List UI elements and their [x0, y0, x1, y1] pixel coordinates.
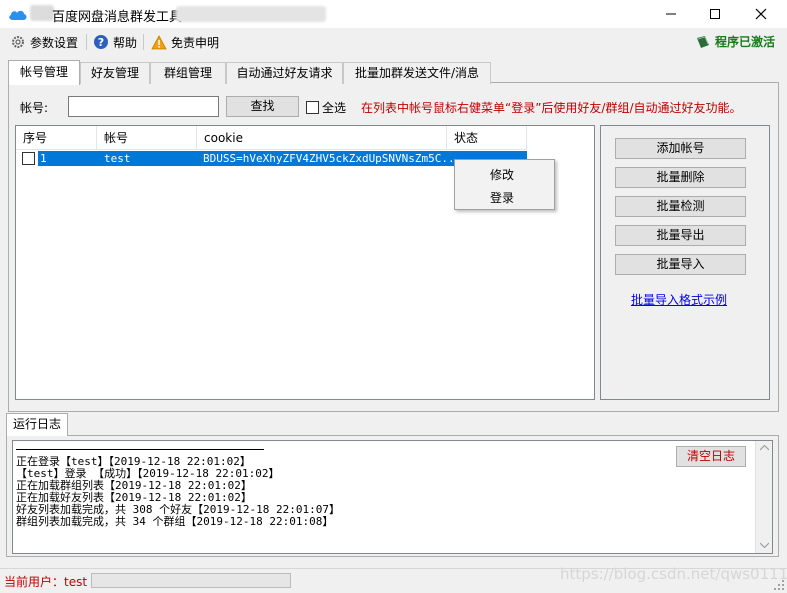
menu-divider: [143, 34, 144, 50]
maximize-button[interactable]: [692, 0, 738, 28]
log-textarea[interactable]: 正在登录【test】【2019-12-18 22:01:02】 【test】登录…: [12, 440, 773, 554]
settings-label: 参数设置: [30, 35, 79, 50]
clear-log-button[interactable]: 清空日志: [676, 446, 746, 467]
cloud-icon: [9, 10, 27, 20]
close-button[interactable]: [738, 0, 784, 28]
account-actions-panel: 添加帐号 批量删除 批量检测 批量导出 批量导入 批量导入格式示例: [600, 125, 770, 400]
row-cookie: BDUSS=hVeXhyZFV4ZHV5ckZxdUpSNVNsZm5C...: [203, 152, 462, 165]
disclaimer-menu[interactable]: 免责申明: [151, 33, 219, 51]
batch-delete-button[interactable]: 批量删除: [615, 167, 746, 188]
log-line: 群组列表加载完成，共 34 个群组【2019-12-18 22:01:08】: [16, 515, 334, 528]
help-icon: ?: [94, 35, 108, 49]
row-account: test: [104, 152, 131, 165]
current-user-value: test: [64, 575, 88, 589]
progress-bar: [91, 573, 291, 588]
watermark: https://blog.csdn.net/qws01115: [560, 565, 787, 583]
add-account-button[interactable]: 添加帐号: [615, 138, 746, 159]
settings-menu[interactable]: 参数设置: [10, 33, 78, 51]
select-all-checkbox[interactable]: [306, 101, 319, 114]
context-menu: 修改 登录: [454, 159, 555, 210]
tab-run-log[interactable]: 运行日志: [6, 413, 68, 436]
log-scrollbar[interactable]: [755, 441, 772, 553]
title-redaction: [30, 5, 54, 21]
menu-bar: 参数设置 ? 帮助 免责申明 程序已激活: [0, 30, 787, 52]
title-redaction: [176, 6, 326, 22]
column-header-index[interactable]: 序号: [16, 126, 97, 150]
scroll-down-icon[interactable]: [760, 542, 769, 548]
menu-divider: [86, 34, 87, 50]
context-item-edit[interactable]: 修改: [490, 166, 514, 183]
gear-icon: [12, 36, 24, 48]
batch-import-button[interactable]: 批量导入: [615, 254, 746, 275]
tab-friend-management[interactable]: 好友管理: [80, 62, 150, 84]
batch-check-button[interactable]: 批量检测: [615, 196, 746, 217]
column-header-status[interactable]: 状态: [447, 126, 527, 150]
tab-strip: 帐号管理 好友管理 群组管理 自动通过好友请求 批量加群发送文件/消息: [8, 60, 508, 85]
activation-status: 程序已激活: [695, 33, 775, 50]
column-header-account[interactable]: 帐号: [97, 126, 197, 150]
tab-group-management[interactable]: 群组管理: [150, 62, 226, 84]
tab-batch-join-send[interactable]: 批量加群发送文件/消息: [343, 62, 491, 84]
column-header-cookie[interactable]: cookie: [197, 126, 447, 150]
import-format-example-link[interactable]: 批量导入格式示例: [631, 291, 727, 308]
book-icon: [696, 35, 709, 48]
minimize-button[interactable]: [648, 0, 694, 28]
log-separator: [16, 449, 264, 450]
row-checkbox[interactable]: [22, 152, 35, 165]
context-item-login[interactable]: 登录: [490, 189, 514, 206]
help-menu[interactable]: ? 帮助: [93, 33, 137, 51]
account-label: 帐号:: [20, 101, 49, 115]
usage-hint: 在列表中帐号鼠标右健菜单“登录”后使用好友/群组/自动通过好友功能。: [361, 101, 742, 115]
select-all-label: 全选: [322, 101, 347, 115]
batch-export-button[interactable]: 批量导出: [615, 225, 746, 246]
help-label: 帮助: [113, 35, 138, 50]
disclaimer-label: 免责申明: [171, 35, 220, 50]
window-title: 百度网盘消息群发工具: [52, 10, 183, 25]
title-bar: 百度网盘消息群发工具: [0, 0, 787, 28]
current-user: 当前用户：test: [4, 573, 87, 590]
warning-icon: [151, 34, 167, 49]
svg-text:?: ?: [98, 36, 104, 49]
maximize-icon: [710, 9, 720, 19]
row-index: 1: [40, 152, 47, 165]
minimize-icon: [666, 13, 676, 15]
current-user-label: 当前用户：: [4, 575, 65, 589]
account-search-input[interactable]: [68, 96, 219, 117]
resize-grip-icon[interactable]: [773, 579, 785, 591]
scroll-up-icon[interactable]: [760, 445, 769, 451]
tab-auto-accept-friends[interactable]: 自动通过好友请求: [226, 62, 343, 84]
close-icon: [755, 8, 767, 20]
search-button[interactable]: 查找: [226, 96, 299, 117]
tab-account-management[interactable]: 帐号管理: [8, 60, 80, 85]
activation-label: 程序已激活: [714, 35, 775, 49]
